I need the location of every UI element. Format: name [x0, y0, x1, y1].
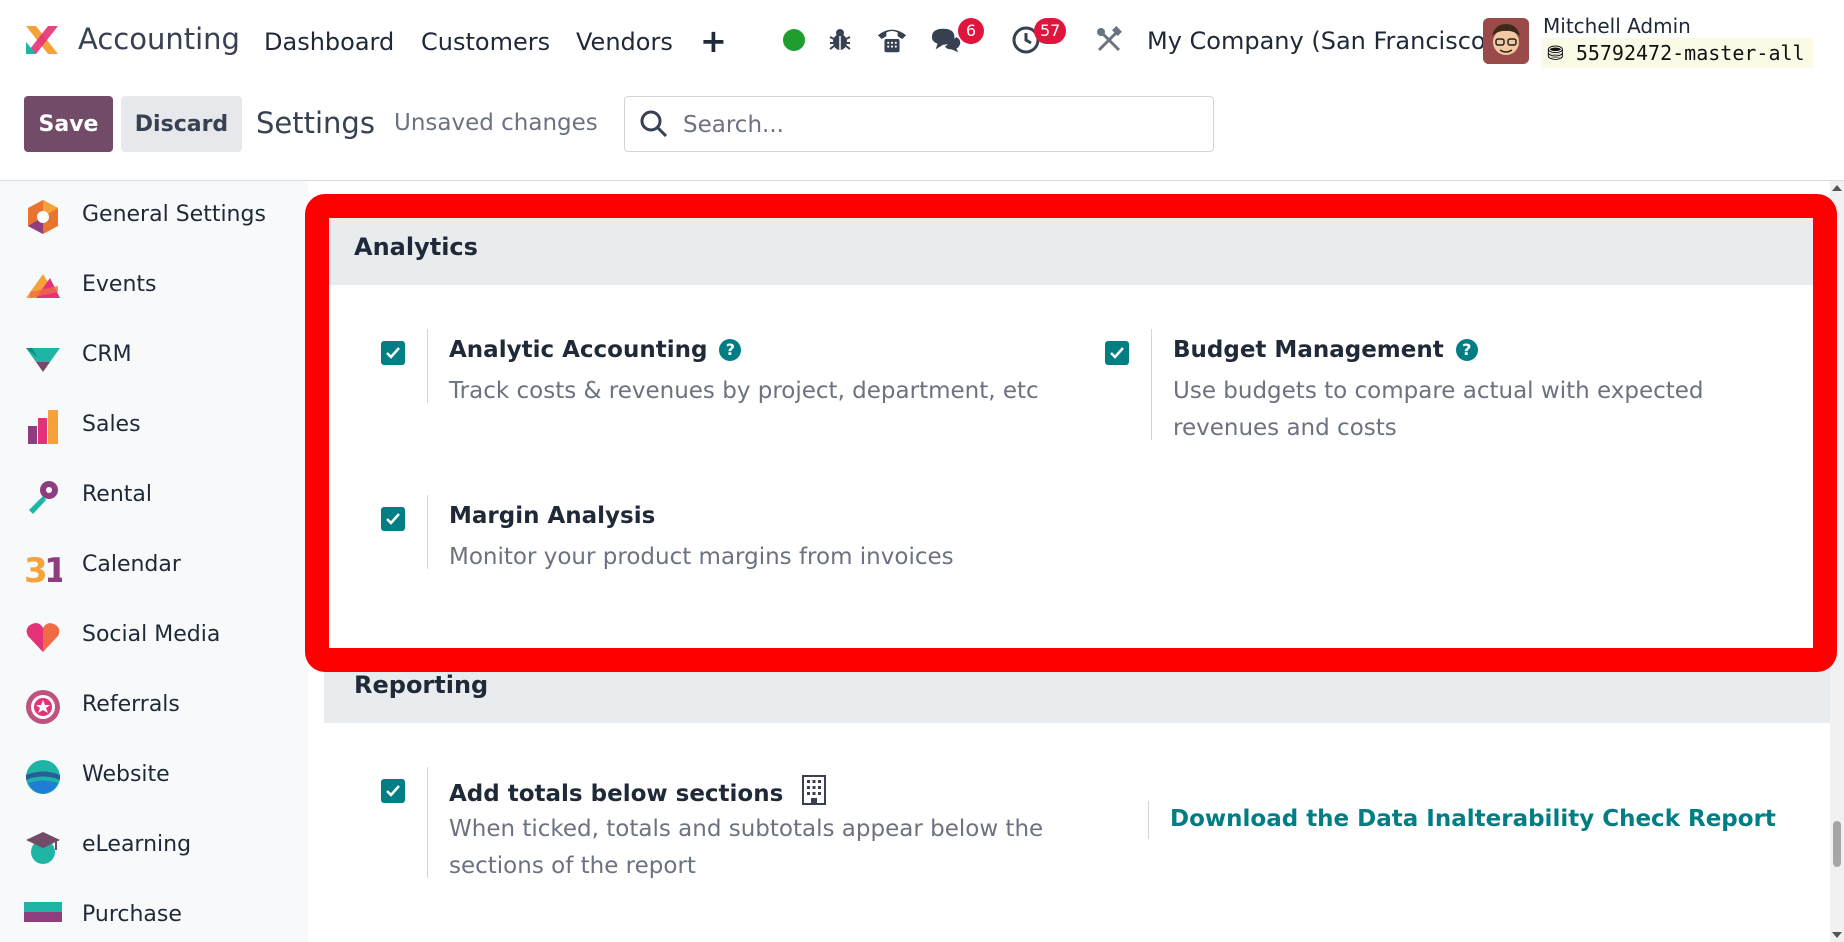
app-name[interactable]: Accounting	[78, 22, 240, 56]
sidebar-item-general-settings[interactable]: General Settings	[0, 186, 308, 246]
search-input[interactable]	[681, 105, 1185, 145]
sidebar-label: Website	[82, 762, 170, 787]
sidebar-item-purchase[interactable]: Purchase	[0, 886, 308, 942]
sales-icon	[28, 410, 58, 444]
setting-divider	[1148, 801, 1149, 839]
events-icon	[26, 274, 60, 298]
analytic-accounting-title: Analytic Accounting?	[449, 337, 742, 363]
top-navbar: Accounting Dashboard Customers Vendors +…	[0, 0, 1844, 82]
scroll-thumb[interactable]	[1833, 821, 1841, 867]
sidebar-label: CRM	[82, 342, 132, 367]
sidebar-label: General Settings	[82, 202, 266, 227]
analytics-section-header: Analytics	[324, 211, 1830, 285]
rental-icon	[29, 481, 58, 514]
svg-text:1: 1	[44, 551, 62, 586]
setting-divider	[427, 767, 428, 878]
settings-content: Analytics Analytic Accounting? Track cos…	[324, 181, 1830, 942]
budget-management-title: Budget Management?	[1173, 337, 1478, 363]
sidebar-item-events[interactable]: Events	[0, 256, 308, 316]
social-media-icon	[26, 623, 60, 652]
analytic-accounting-checkbox[interactable]	[381, 341, 405, 365]
tools-icon[interactable]	[1093, 24, 1125, 56]
nav-vendors[interactable]: Vendors	[576, 28, 673, 56]
sidebar-item-calendar[interactable]: 31 Calendar	[0, 536, 308, 596]
control-panel: Save Discard Settings Unsaved changes	[0, 82, 1844, 181]
margin-analysis-checkbox[interactable]	[381, 507, 405, 531]
budget-management-checkbox[interactable]	[1105, 341, 1129, 365]
database-icon: ⛃	[1547, 41, 1564, 65]
sidebar-item-referrals[interactable]: Referrals	[0, 676, 308, 736]
company-switcher[interactable]: My Company (San Francisco)	[1147, 27, 1495, 55]
sidebar-label: Social Media	[82, 622, 221, 647]
unsaved-changes-indicator: Unsaved changes	[394, 110, 598, 136]
sidebar-item-social-media[interactable]: Social Media	[0, 606, 308, 666]
setting-divider	[427, 329, 428, 403]
help-icon[interactable]: ?	[719, 339, 742, 361]
elearning-icon	[26, 832, 60, 864]
calendar-icon: 31	[24, 551, 62, 586]
accounting-app-logo[interactable]	[22, 20, 62, 60]
sidebar-label: Sales	[82, 412, 141, 437]
database-name: 55792472-master-all	[1575, 41, 1805, 65]
nav-customers[interactable]: Customers	[421, 28, 550, 56]
discard-button[interactable]: Discard	[121, 96, 242, 152]
sidebar-label: Rental	[82, 482, 152, 507]
phone-icon[interactable]	[876, 24, 908, 56]
sidebar-item-rental[interactable]: Rental	[0, 466, 308, 526]
reporting-section-title: Reporting	[354, 671, 489, 699]
user-name[interactable]: Mitchell Admin	[1543, 14, 1691, 38]
margin-analysis-description: Monitor your product margins from invoic…	[449, 544, 954, 570]
sidebar-item-website[interactable]: Website	[0, 746, 308, 806]
database-badge: ⛃ 55792472-master-all	[1541, 38, 1813, 68]
general-settings-icon	[28, 200, 58, 234]
company-building-icon	[802, 775, 827, 805]
settings-app-sidebar: General Settings Events CRM Sales Rental…	[0, 181, 308, 942]
scroll-up-arrow[interactable]	[1832, 185, 1842, 191]
sidebar-item-elearning[interactable]: eLearning	[0, 816, 308, 876]
analytic-accounting-description: Track costs & revenues by project, depar…	[449, 378, 1039, 404]
purchase-icon	[24, 902, 62, 922]
sidebar-label: eLearning	[82, 832, 192, 857]
plus-icon[interactable]: +	[700, 22, 727, 60]
search-box[interactable]	[624, 96, 1214, 152]
sidebar-item-crm[interactable]: CRM	[0, 326, 308, 386]
budget-management-description: Use budgets to compare actual with expec…	[1173, 378, 1704, 441]
totals-below-sections-title: Add totals below sections	[449, 775, 827, 807]
setting-divider	[1151, 329, 1152, 440]
download-inalterability-report-link[interactable]: Download the Data Inalterability Check R…	[1170, 806, 1776, 832]
website-icon	[26, 760, 60, 794]
save-button[interactable]: Save	[24, 96, 113, 152]
sidebar-item-sales[interactable]: Sales	[0, 396, 308, 456]
totals-below-sections-description: When ticked, totals and subtotals appear…	[449, 816, 1044, 879]
reporting-section-header: Reporting	[324, 649, 1830, 723]
user-avatar[interactable]	[1483, 18, 1529, 64]
totals-below-sections-checkbox[interactable]	[381, 779, 405, 803]
nav-dashboard[interactable]: Dashboard	[264, 28, 394, 56]
referrals-icon	[26, 690, 60, 724]
scroll-down-arrow[interactable]	[1832, 932, 1842, 938]
sidebar-divider	[308, 181, 324, 942]
analytic-accounting-label: Analytic Accounting	[449, 337, 708, 363]
setting-divider	[427, 495, 428, 569]
crm-icon	[26, 348, 60, 372]
sidebar-label: Referrals	[82, 692, 180, 717]
totals-below-sections-label: Add totals below sections	[449, 781, 784, 807]
activity-count-badge: 57	[1034, 18, 1067, 44]
chat-count-badge: 6	[958, 18, 984, 44]
analytics-section-title: Analytics	[354, 233, 478, 261]
budget-management-label: Budget Management	[1173, 337, 1444, 363]
help-icon[interactable]: ?	[1455, 339, 1478, 361]
status-online-icon[interactable]	[778, 24, 810, 56]
content-scrollbar[interactable]	[1830, 181, 1844, 942]
sidebar-label: Calendar	[82, 552, 181, 577]
bug-icon[interactable]	[824, 24, 856, 56]
sidebar-label: Events	[82, 272, 157, 297]
page-title: Settings	[256, 106, 375, 140]
sidebar-label: Purchase	[82, 902, 182, 927]
margin-analysis-label: Margin Analysis	[449, 503, 656, 529]
search-icon	[640, 110, 668, 138]
